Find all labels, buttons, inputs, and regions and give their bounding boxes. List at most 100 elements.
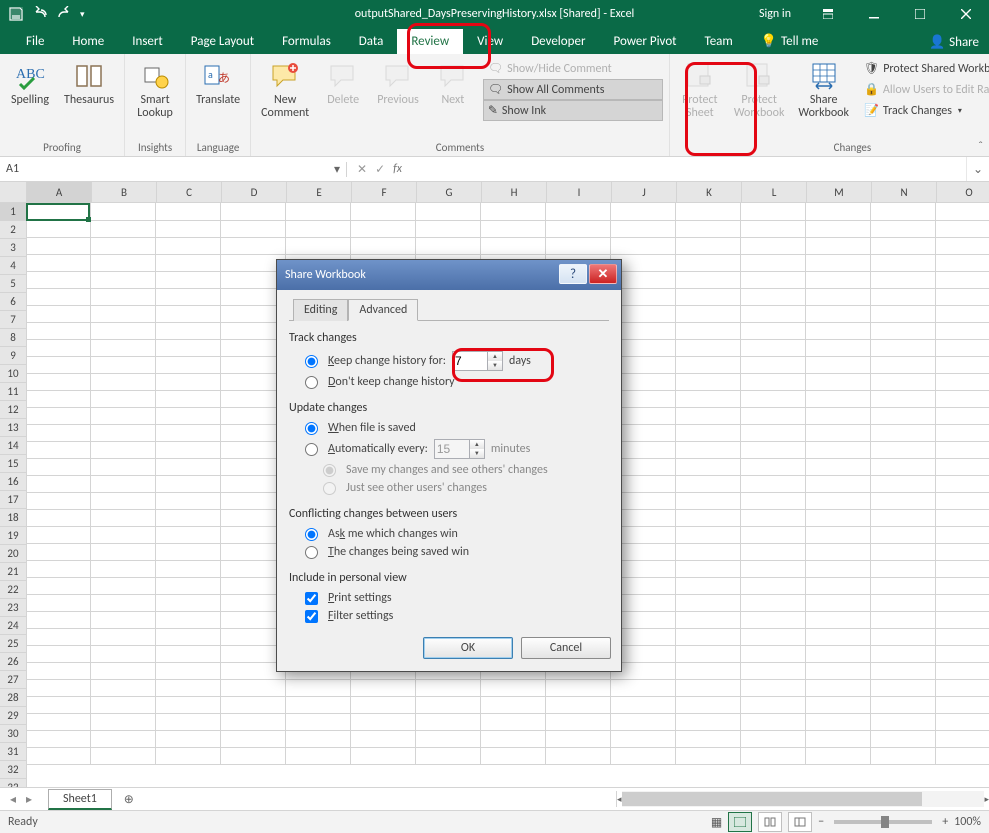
cell[interactable] xyxy=(351,220,416,238)
row-header[interactable]: 10 xyxy=(0,365,27,383)
cell[interactable] xyxy=(676,679,741,697)
cell[interactable] xyxy=(741,288,806,306)
cell[interactable] xyxy=(156,407,221,425)
column-header[interactable]: K xyxy=(677,182,742,203)
cell[interactable] xyxy=(806,492,871,510)
cell[interactable] xyxy=(91,679,156,697)
cell[interactable] xyxy=(611,203,676,221)
cell[interactable] xyxy=(806,509,871,527)
cell[interactable] xyxy=(741,254,806,272)
cell[interactable] xyxy=(351,730,416,748)
cell[interactable] xyxy=(91,662,156,680)
cell[interactable] xyxy=(871,407,936,425)
row-header[interactable]: 4 xyxy=(0,257,27,275)
cell[interactable] xyxy=(676,594,741,612)
cell[interactable] xyxy=(156,492,221,510)
cell[interactable] xyxy=(741,322,806,340)
row-header[interactable]: 25 xyxy=(0,635,27,653)
cell[interactable] xyxy=(91,458,156,476)
cell[interactable] xyxy=(221,696,286,714)
cell[interactable] xyxy=(806,220,871,238)
cell[interactable] xyxy=(156,237,221,255)
cell[interactable] xyxy=(936,594,989,612)
row-header[interactable]: 13 xyxy=(0,419,27,437)
cell[interactable] xyxy=(286,203,351,221)
cell[interactable] xyxy=(676,458,741,476)
cell[interactable] xyxy=(481,696,546,714)
cell[interactable] xyxy=(676,407,741,425)
ribbon-options-icon[interactable] xyxy=(805,0,851,28)
fx-icon[interactable]: fx xyxy=(393,162,402,176)
cell[interactable] xyxy=(936,424,989,442)
chevron-down-icon[interactable]: ▾ xyxy=(328,162,346,177)
cell[interactable] xyxy=(156,220,221,238)
cell[interactable] xyxy=(936,713,989,731)
cell[interactable] xyxy=(871,628,936,646)
cell[interactable] xyxy=(26,560,91,578)
cell[interactable] xyxy=(546,237,611,255)
column-header[interactable]: C xyxy=(157,182,222,203)
cell[interactable] xyxy=(286,679,351,697)
cell[interactable] xyxy=(156,730,221,748)
cell[interactable] xyxy=(871,594,936,612)
cell[interactable] xyxy=(91,509,156,527)
row-header[interactable]: 5 xyxy=(0,275,27,293)
sheet-nav-prev-icon[interactable]: ◂ xyxy=(6,792,20,807)
cell[interactable] xyxy=(26,339,91,357)
cell[interactable] xyxy=(156,696,221,714)
spinner-down-icon[interactable]: ▼ xyxy=(488,361,502,370)
days-input[interactable] xyxy=(453,352,487,370)
translate-button[interactable]: aあ Translate xyxy=(192,58,244,109)
row-header[interactable]: 18 xyxy=(0,509,27,527)
zoom-out-button[interactable]: − xyxy=(818,815,824,829)
tab-pagelayout[interactable]: Page Layout xyxy=(177,29,268,54)
cell[interactable] xyxy=(26,509,91,527)
cell[interactable] xyxy=(156,322,221,340)
cell[interactable] xyxy=(286,696,351,714)
cell[interactable] xyxy=(91,526,156,544)
cell[interactable] xyxy=(91,288,156,306)
undo-icon[interactable] xyxy=(32,6,48,22)
cell[interactable] xyxy=(156,441,221,459)
cell[interactable] xyxy=(806,203,871,221)
row-header[interactable]: 23 xyxy=(0,599,27,617)
cell[interactable] xyxy=(91,322,156,340)
cell[interactable] xyxy=(936,560,989,578)
cell[interactable] xyxy=(26,594,91,612)
cell[interactable] xyxy=(741,492,806,510)
cell[interactable] xyxy=(741,356,806,374)
cell[interactable] xyxy=(91,390,156,408)
cell[interactable] xyxy=(741,747,806,765)
cell[interactable] xyxy=(871,305,936,323)
cell[interactable] xyxy=(741,526,806,544)
radio-keep-history[interactable]: Keep change history for: ▲▼ days xyxy=(289,349,609,373)
cell[interactable] xyxy=(156,713,221,731)
cell[interactable] xyxy=(416,237,481,255)
row-header[interactable]: 27 xyxy=(0,671,27,689)
cell[interactable] xyxy=(91,492,156,510)
row-header[interactable]: 30 xyxy=(0,725,27,743)
cell[interactable] xyxy=(91,356,156,374)
cell[interactable] xyxy=(156,458,221,476)
cell[interactable] xyxy=(26,288,91,306)
row-header[interactable]: 24 xyxy=(0,617,27,635)
cell[interactable] xyxy=(286,713,351,731)
dialog-title-bar[interactable]: Share Workbook ? ✕ xyxy=(277,260,621,290)
cell[interactable] xyxy=(806,356,871,374)
cell[interactable] xyxy=(936,696,989,714)
cell[interactable] xyxy=(481,237,546,255)
cell[interactable] xyxy=(676,356,741,374)
cell[interactable] xyxy=(806,577,871,595)
cell[interactable] xyxy=(871,424,936,442)
cell[interactable] xyxy=(806,458,871,476)
view-normal-button[interactable] xyxy=(728,812,752,832)
cell[interactable] xyxy=(806,271,871,289)
cell[interactable] xyxy=(26,577,91,595)
cell[interactable] xyxy=(676,696,741,714)
cell[interactable] xyxy=(741,730,806,748)
new-comment-button[interactable]: New Comment xyxy=(257,58,313,122)
cell[interactable] xyxy=(91,424,156,442)
cell[interactable] xyxy=(806,679,871,697)
cell[interactable] xyxy=(936,220,989,238)
radio-keep-history-input[interactable] xyxy=(305,355,318,368)
